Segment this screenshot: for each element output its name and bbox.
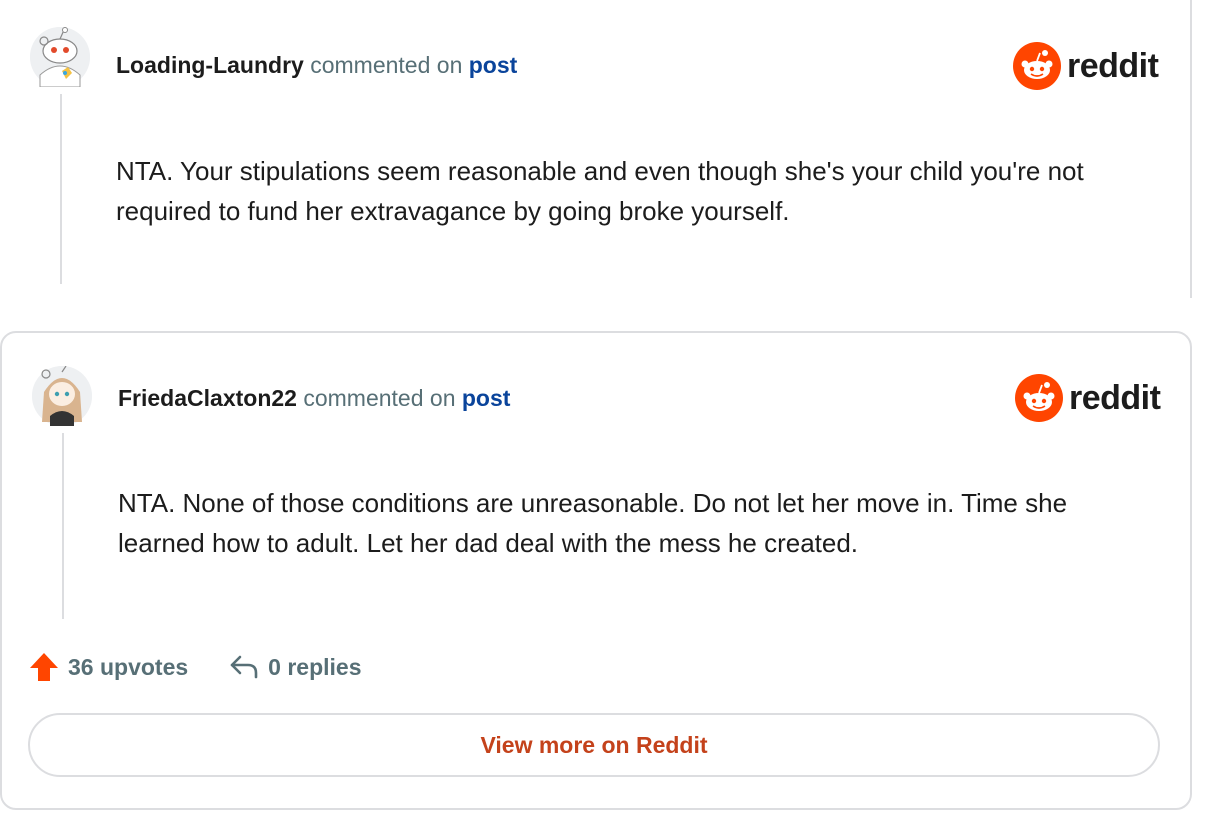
reddit-brand[interactable]: reddit (1013, 41, 1159, 91)
snoo-avatar-icon (32, 365, 92, 426)
upvote-stat[interactable]: 36 upvotes (28, 651, 188, 683)
brand-name: reddit (1067, 46, 1159, 85)
post-link[interactable]: post (462, 385, 511, 411)
avatar[interactable] (32, 365, 92, 426)
reddit-snoo-icon (1015, 374, 1063, 422)
username[interactable]: FriedaClaxton22 (118, 385, 297, 411)
upvote-arrow-icon[interactable] (28, 651, 60, 683)
thread-line (60, 94, 62, 284)
snoo-avatar-icon (30, 27, 90, 88)
reply-stat[interactable]: 0 replies (228, 651, 362, 683)
comment-card-1: Loading-Laundry commented on post reddit… (0, 0, 1192, 298)
reddit-snoo-icon (1013, 42, 1061, 90)
username[interactable]: Loading-Laundry (116, 52, 304, 78)
view-more-button[interactable]: View more on Reddit (28, 713, 1160, 777)
brand-name: reddit (1069, 378, 1161, 417)
comment-body: NTA. None of those conditions are unreas… (118, 488, 1068, 558)
comment-header: FriedaClaxton22 commented on post (118, 383, 510, 413)
avatar[interactable] (30, 27, 90, 88)
reply-arrow-icon[interactable] (228, 651, 260, 683)
comment-body: NTA. Your stipulations seem reasonable a… (116, 156, 1084, 226)
reddit-brand[interactable]: reddit (1015, 373, 1161, 423)
comment-header: Loading-Laundry commented on post (116, 50, 517, 80)
upvote-count: 36 upvotes (68, 653, 189, 680)
comment-stats: 36 upvotes 0 replies (28, 651, 362, 683)
thread-line (62, 433, 64, 619)
post-link[interactable]: post (469, 52, 518, 78)
reply-count: 0 replies (268, 653, 362, 680)
action-text: commented on (310, 52, 463, 78)
action-text: commented on (303, 385, 456, 411)
